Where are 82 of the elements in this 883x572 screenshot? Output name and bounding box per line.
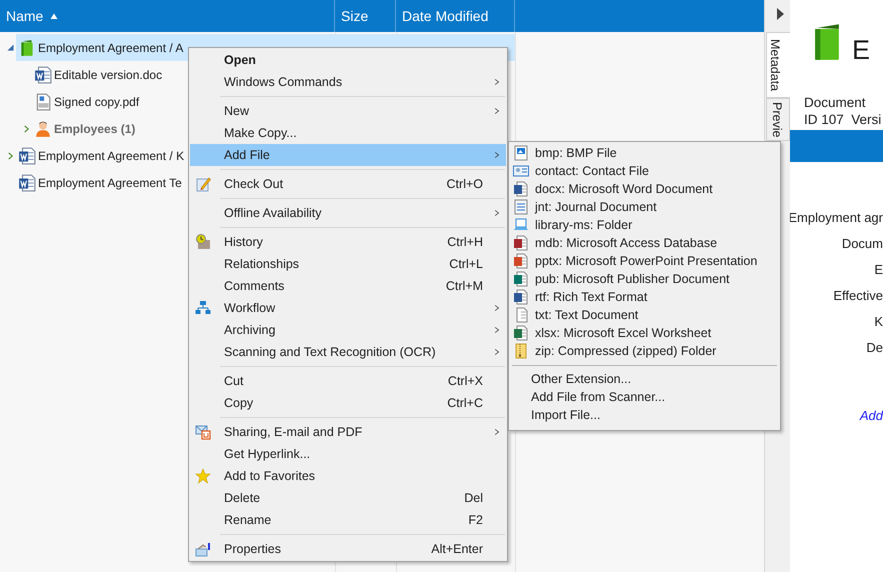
word-document-icon	[18, 174, 36, 192]
star-icon	[195, 468, 211, 484]
menu-item[interactable]: library-ms: Folder	[510, 216, 779, 234]
field-label: E	[874, 261, 883, 279]
collapse-arrow-icon[interactable]	[6, 44, 14, 51]
menu-item[interactable]: Import File...	[510, 406, 779, 424]
add-link[interactable]: Add	[860, 406, 883, 426]
menu-item[interactable]: Workflow	[190, 297, 506, 319]
publisher-file-icon	[513, 271, 529, 287]
contact-card-icon	[513, 163, 529, 179]
image-file-icon	[513, 145, 529, 161]
add-file-menu[interactable]	[508, 141, 781, 431]
field-label: De	[866, 339, 883, 357]
menu-item[interactable]: Check Out Ctrl+O	[190, 173, 506, 195]
powerpoint-file-icon	[513, 253, 529, 269]
document-id: ID 107 Versi	[804, 111, 882, 129]
menu-item[interactable]: contact: Contact File	[510, 162, 779, 180]
menu-item[interactable]: Add to Favorites	[190, 465, 506, 487]
menu-item[interactable]: Cut Ctrl+X	[190, 370, 506, 392]
menu-item[interactable]: Add File from Scanner...	[510, 388, 779, 406]
menu-item[interactable]: Scanning and Text Recognition (OCR)	[190, 341, 506, 363]
menu-item[interactable]: Properties Alt+Enter	[190, 538, 506, 560]
tree-item[interactable]: Editable version.doc	[34, 61, 164, 88]
zipped-folder-icon	[513, 343, 529, 359]
menu-item[interactable]: Make Copy...	[190, 122, 506, 144]
monitor-folder-icon	[513, 217, 529, 233]
menu-item[interactable]: Delete Del	[190, 487, 506, 509]
word-document-icon	[18, 146, 36, 164]
side-tab[interactable]: Previe	[766, 98, 790, 141]
menu-item[interactable]: mdb: Microsoft Access Database	[510, 234, 779, 252]
document-type: Document	[804, 94, 866, 112]
column-header[interactable]: Date Modified	[396, 0, 515, 32]
clock-box-icon	[195, 234, 211, 250]
menu-item[interactable]: Other Extension...	[510, 370, 779, 388]
menu-item[interactable]: Offline Availability	[190, 202, 506, 224]
context-menu[interactable]	[188, 47, 508, 562]
field-label: K	[874, 313, 883, 331]
tree-item[interactable]: Employees (1)	[34, 115, 136, 142]
excel-file-icon	[513, 325, 529, 341]
menu-item[interactable]: Rename F2	[190, 509, 506, 531]
menu-item[interactable]: xlsx: Microsoft Excel Worksheet	[510, 324, 779, 342]
menu-item[interactable]: docx: Microsoft Word Document	[510, 180, 779, 198]
sort-ascending-icon	[49, 12, 60, 20]
document-title: E	[852, 34, 870, 67]
menu-item[interactable]: bmp: BMP File	[510, 144, 779, 162]
tree-item[interactable]: Employment Agreement / K	[18, 142, 186, 169]
collapse-pane-icon[interactable]	[777, 8, 784, 20]
word-document-icon	[513, 289, 529, 305]
workflow-icon	[195, 300, 211, 316]
menu-item[interactable]: Comments Ctrl+M	[190, 275, 506, 297]
menu-item[interactable]: Copy Ctrl+C	[190, 392, 506, 414]
menu-item[interactable]: Relationships Ctrl+L	[190, 253, 506, 275]
menu-item[interactable]: History Ctrl+H	[190, 231, 506, 253]
menu-item[interactable]: pub: Microsoft Publisher Document	[510, 270, 779, 288]
journal-file-icon	[513, 199, 529, 215]
column-header[interactable]: Size	[335, 0, 396, 32]
tree-item[interactable]: Employment Agreement Te	[18, 169, 183, 196]
field-label: Effective	[833, 287, 883, 305]
access-file-icon	[513, 235, 529, 251]
menu-item[interactable]: rtf: Rich Text Format	[510, 288, 779, 306]
word-document-icon	[513, 181, 529, 197]
menu-item[interactable]: pptx: Microsoft PowerPoint Presentation	[510, 252, 779, 270]
person-icon	[34, 120, 52, 138]
properties-icon	[195, 541, 211, 557]
menu-item[interactable]: txt: Text Document	[510, 306, 779, 324]
menu-item[interactable]: jnt: Journal Document	[510, 198, 779, 216]
menu-item[interactable]: Get Hyperlink...	[190, 443, 506, 465]
word-document-icon	[34, 66, 52, 84]
menu-item[interactable]: Sharing, E-mail and PDF	[190, 421, 506, 443]
menu-item[interactable]: Open	[190, 49, 506, 71]
side-tab[interactable]: Metadata	[766, 32, 790, 98]
pdf-document-icon	[34, 92, 52, 110]
menu-item[interactable]: New	[190, 100, 506, 122]
tree-item[interactable]: Signed copy.pdf	[34, 88, 140, 115]
menu-item[interactable]: Windows Commands	[190, 71, 506, 93]
menu-item[interactable]: Archiving	[190, 319, 506, 341]
menu-item[interactable]: Add File	[190, 144, 506, 166]
menu-item[interactable]: zip: Compressed (zipped) Folder	[510, 342, 779, 360]
pencil-icon	[195, 176, 211, 192]
field-label: Docum	[842, 235, 883, 253]
envelope-pdf-icon	[195, 424, 211, 440]
column-header[interactable]: Name	[0, 0, 335, 32]
